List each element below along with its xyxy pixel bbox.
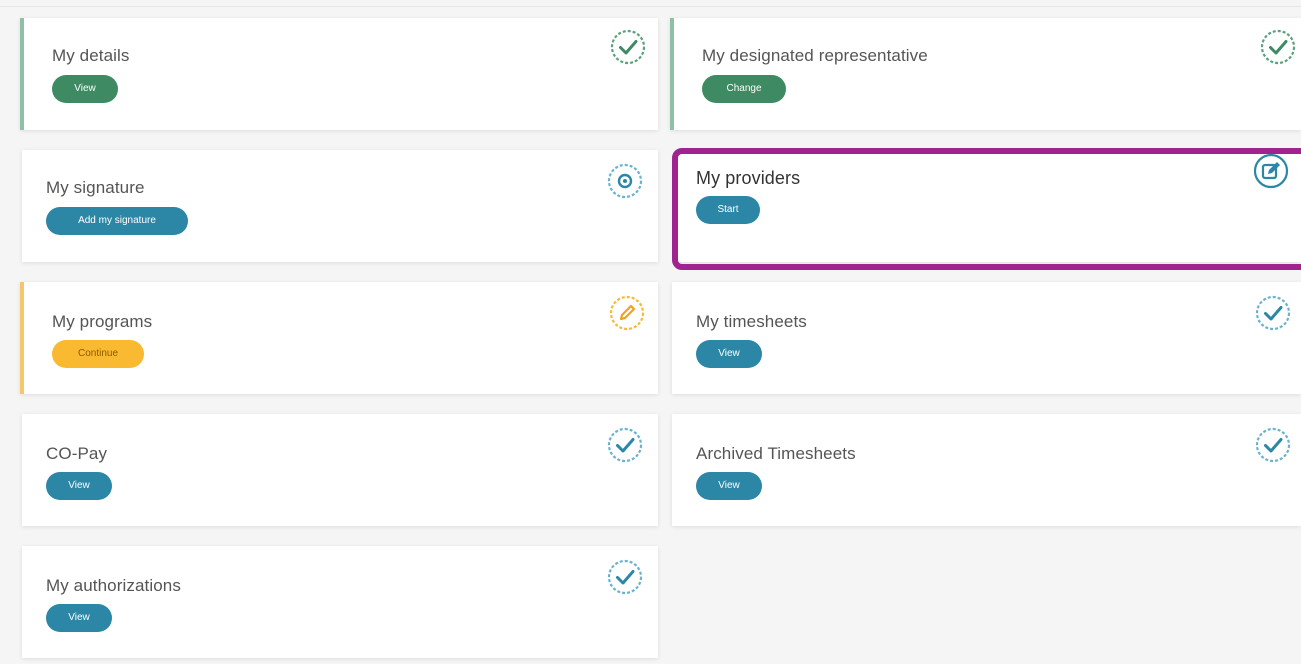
dot-circle-icon — [606, 162, 644, 200]
card-title: My designated representative — [702, 46, 928, 65]
change-representative-button[interactable]: Change — [702, 75, 786, 103]
card-my-authorizations: My authorizations View — [22, 546, 658, 658]
card-my-signature: My signature Add my signature — [22, 150, 658, 262]
view-timesheets-button[interactable]: View — [696, 340, 762, 368]
card-title: My details — [52, 46, 130, 65]
check-circle-icon — [609, 28, 647, 66]
view-details-button[interactable]: View — [52, 75, 118, 103]
card-my-programs: My programs Continue — [20, 282, 658, 394]
check-circle-icon — [1254, 294, 1292, 332]
view-copay-button[interactable]: View — [46, 472, 112, 500]
check-circle-icon — [1259, 28, 1297, 66]
card-title: My timesheets — [696, 312, 807, 331]
card-archived-timesheets: Archived Timesheets View — [672, 414, 1301, 526]
card-designated-representative: My designated representative Change — [670, 18, 1301, 130]
continue-programs-button[interactable]: Continue — [52, 340, 144, 368]
top-divider — [0, 6, 1301, 7]
view-authorizations-button[interactable]: View — [46, 604, 112, 632]
card-my-timesheets: My timesheets View — [672, 282, 1301, 394]
highlight-outline — [672, 148, 1301, 270]
dashboard: My details View My designated representa… — [0, 0, 1301, 664]
card-co-pay: CO-Pay View — [22, 414, 658, 526]
card-title: CO-Pay — [46, 444, 108, 463]
card-title: My authorizations — [46, 576, 181, 595]
card-title: Archived Timesheets — [696, 444, 856, 463]
pencil-circle-icon — [608, 294, 646, 332]
check-circle-icon — [606, 558, 644, 596]
card-my-details: My details View — [20, 18, 658, 130]
check-circle-icon — [606, 426, 644, 464]
card-title: My programs — [52, 312, 153, 331]
view-archived-timesheets-button[interactable]: View — [696, 472, 762, 500]
add-signature-button[interactable]: Add my signature — [46, 207, 188, 235]
check-circle-icon — [1254, 426, 1292, 464]
card-title: My signature — [46, 178, 145, 197]
